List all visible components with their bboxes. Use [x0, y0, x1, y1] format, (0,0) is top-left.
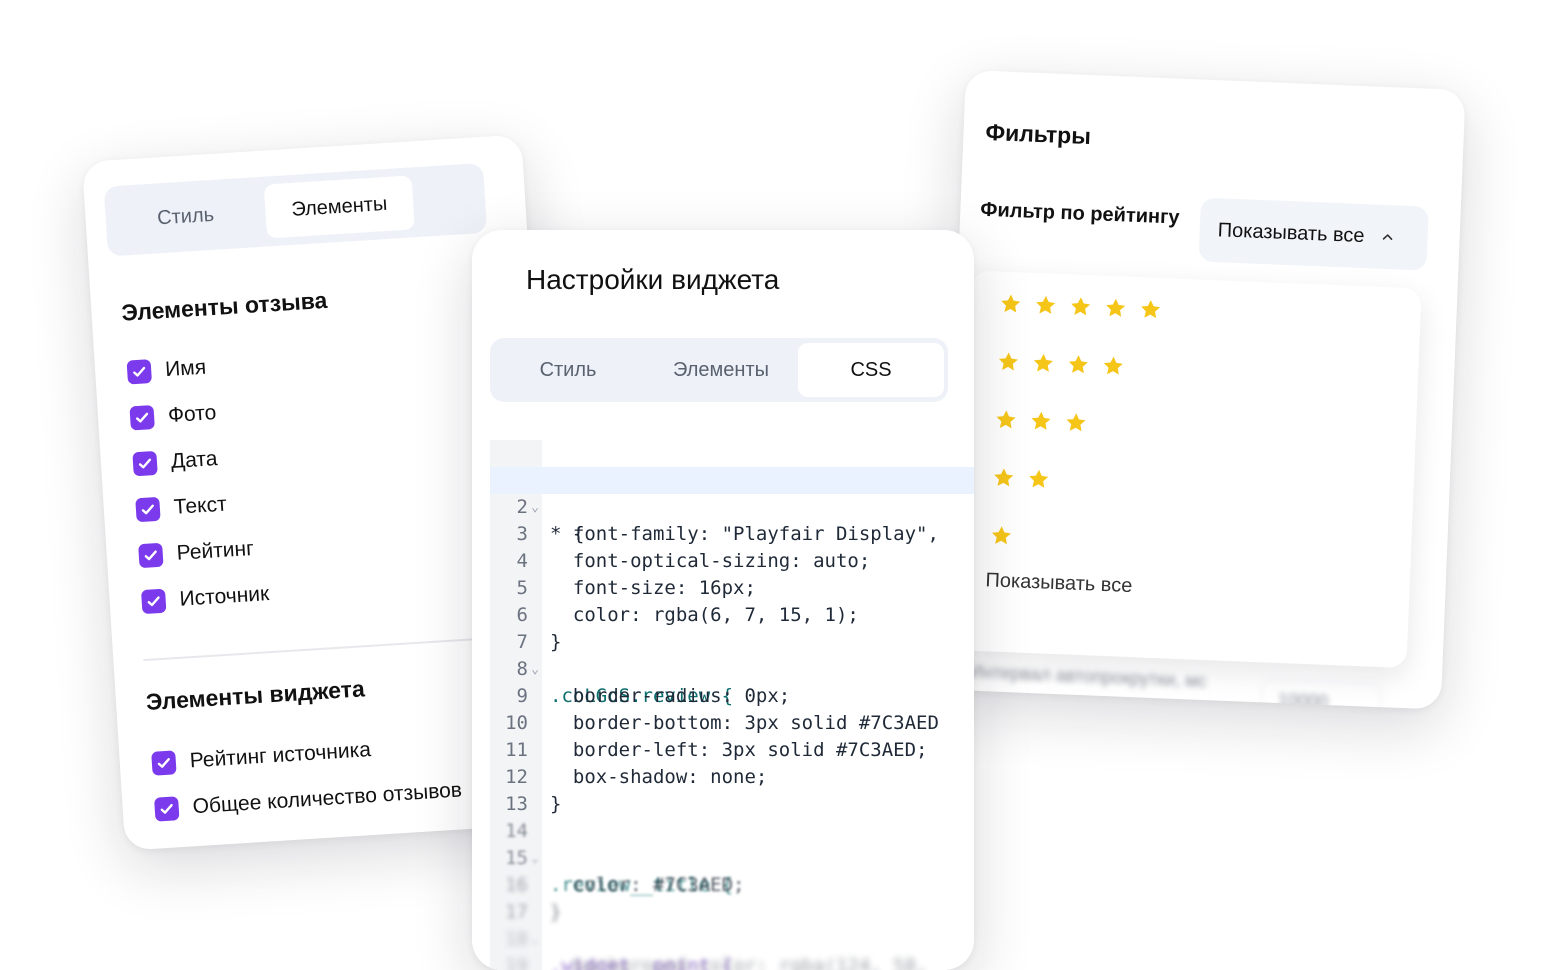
- section-divider: [143, 635, 523, 662]
- option-2-stars[interactable]: [991, 465, 1051, 491]
- code-line: 14 ⌄ .review__title {: [490, 791, 974, 896]
- tab-style[interactable]: Стиль: [490, 343, 646, 397]
- checkbox-checked-icon[interactable]: [154, 796, 180, 822]
- code-line: 1 ⌄ * {: [490, 440, 974, 545]
- checkbox-label: Общее количество отзывов: [191, 778, 463, 819]
- code-line: 3 font-optical-sizing: auto;: [490, 494, 974, 572]
- checkbox-label: Источник: [178, 582, 270, 611]
- autoscroll-setting: Интервал автопрокрутки, мс 10000: [960, 660, 1422, 710]
- code-line: 5 color: rgba(6, 7, 15, 1);: [490, 548, 974, 626]
- settings-tabs: Стиль Элементы CSS: [490, 338, 948, 402]
- checkbox-label: Текст: [173, 492, 228, 519]
- star-icon: [991, 526, 1011, 545]
- option-4-stars[interactable]: [996, 349, 1126, 378]
- select-value: Показывать все: [1217, 218, 1365, 247]
- checkbox-photo[interactable]: Фото: [129, 398, 217, 433]
- review-elements-heading: Элементы отзыва: [120, 286, 328, 326]
- rating-filter-select[interactable]: Показывать все: [1198, 197, 1429, 271]
- autoscroll-label: Интервал автопрокрутки, мс: [969, 661, 1208, 692]
- rating-dropdown: Показывать все: [956, 270, 1422, 669]
- panel-tabs: Стиль Элементы: [103, 162, 488, 257]
- tab-style[interactable]: Стиль: [104, 185, 267, 249]
- code-line: 17 ⌄ .widget__point {: [490, 872, 974, 970]
- filters-title: Фильтры: [985, 118, 1092, 150]
- star-icon: [998, 352, 1018, 371]
- filters-panel: Фильтры Фильтр по рейтингу Показывать вс…: [941, 70, 1466, 710]
- option-1-star[interactable]: [989, 523, 1014, 548]
- code-line: 18 background-color: rgba(124, 58,: [490, 899, 974, 970]
- checkbox-checked-icon[interactable]: [129, 404, 155, 431]
- star-icon: [1033, 353, 1053, 372]
- code-line: 8 border-radius: 0px;: [490, 629, 974, 707]
- star-icon: [1071, 297, 1091, 316]
- checkbox-checked-icon[interactable]: [140, 588, 167, 615]
- star-icon: [1068, 355, 1088, 374]
- checkbox-checked-icon[interactable]: [126, 359, 153, 385]
- checkbox-label: Имя: [164, 355, 207, 382]
- star-icon: [1029, 469, 1049, 488]
- widget-settings-panel: Настройки виджета Стиль Элементы CSS 1 ⌄…: [472, 230, 974, 970]
- checkbox-label: Фото: [167, 401, 217, 428]
- checkbox-total-reviews[interactable]: Общее количество отзывов: [154, 775, 463, 824]
- checkbox-label: Рейтинг источника: [189, 738, 372, 773]
- code-line-active: 2 font-family: "Playfair Display",: [490, 467, 974, 545]
- code-line: 7 ⌄ .coLGcS.review {: [490, 602, 974, 707]
- checkbox-checked-icon[interactable]: [151, 750, 177, 776]
- option-3-stars[interactable]: [994, 407, 1089, 435]
- checkbox-rating[interactable]: Рейтинг: [138, 534, 255, 571]
- code-line: 13: [490, 764, 974, 815]
- star-icon: [996, 410, 1016, 429]
- checkbox-checked-icon[interactable]: [138, 542, 164, 569]
- tab-css[interactable]: CSS: [798, 343, 944, 397]
- code-line: 15 color: #7C3AED;: [490, 818, 974, 896]
- code-line: 11 box-shadow: none;: [490, 710, 974, 788]
- checkbox-text[interactable]: Текст: [135, 490, 228, 526]
- option-show-all[interactable]: Показывать все: [985, 569, 1133, 598]
- checkbox-checked-icon[interactable]: [135, 496, 161, 523]
- code-line: 16 }: [490, 845, 974, 923]
- checkbox-label: Рейтинг: [176, 537, 255, 565]
- css-code-editor[interactable]: 1 ⌄ * { 2 font-family: "Playfair Display…: [490, 440, 974, 970]
- tab-elements[interactable]: Элементы: [646, 343, 796, 397]
- star-icon: [1036, 295, 1056, 314]
- autoscroll-input[interactable]: 10000: [1260, 678, 1382, 710]
- star-icon: [1106, 298, 1126, 317]
- checkbox-source[interactable]: Источник: [140, 579, 270, 617]
- chevron-up-icon: [1382, 234, 1393, 241]
- code-line: 9 border-bottom: 3px solid #7C3AED: [490, 656, 974, 734]
- checkbox-name[interactable]: Имя: [126, 353, 207, 388]
- checkbox-date[interactable]: Дата: [132, 444, 218, 479]
- star-icon: [1031, 411, 1051, 430]
- star-icon: [1103, 356, 1123, 375]
- tab-elements[interactable]: Элементы: [263, 175, 415, 239]
- star-icon: [1001, 294, 1021, 313]
- checkbox-label: Дата: [170, 447, 219, 473]
- code-line: 6 }: [490, 575, 974, 653]
- star-icon: [1066, 413, 1086, 432]
- rating-filter-label: Фильтр по рейтингу: [979, 198, 1180, 229]
- checkbox-source-rating[interactable]: Рейтинг источника: [151, 735, 372, 779]
- code-line: 19 }: [490, 926, 974, 970]
- code-text: background-color: rgba(124, 58,: [550, 955, 928, 970]
- star-icon: [994, 468, 1014, 487]
- option-5-stars[interactable]: [998, 292, 1163, 323]
- star-icon: [1141, 300, 1161, 319]
- panel-title: Настройки виджета: [526, 264, 780, 295]
- code-line: 12 }: [490, 737, 974, 815]
- code-line: 10 border-left: 3px solid #7C3AED;: [490, 683, 974, 761]
- line-number: 19: [505, 955, 528, 970]
- checkbox-checked-icon[interactable]: [132, 450, 158, 477]
- code-line: 4 font-size: 16px;: [490, 521, 974, 599]
- widget-elements-heading: Элементы виджета: [145, 675, 366, 716]
